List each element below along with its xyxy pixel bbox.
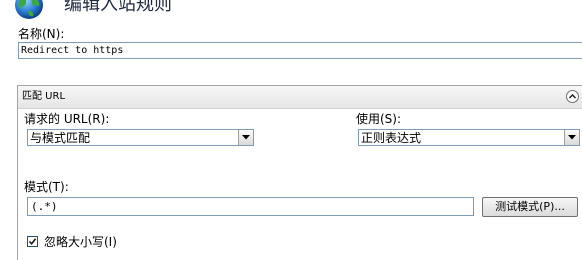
globe-icon: [14, 0, 44, 20]
using-label: 使用(S):: [356, 112, 402, 126]
ignore-case-label[interactable]: 忽略大小写(I): [44, 235, 117, 249]
pattern-input[interactable]: (.*): [27, 197, 474, 216]
name-input[interactable]: Redirect to https: [18, 42, 582, 59]
requested-url-select[interactable]: 与模式匹配: [27, 129, 254, 146]
match-url-section-header[interactable]: 匹配 URL: [18, 86, 582, 109]
using-select[interactable]: 正则表达式: [358, 129, 580, 146]
section-title: 匹配 URL: [22, 91, 66, 102]
requested-url-value: 与模式匹配: [30, 131, 91, 145]
pattern-label: 模式(T):: [24, 180, 69, 194]
check-icon: [28, 238, 37, 246]
ignore-case-checkbox[interactable]: [27, 236, 38, 247]
edit-inbound-rule-dialog: 编辑入站规则 名称(N): Redirect to https 匹配 URL 请…: [0, 0, 582, 260]
requested-url-label: 请求的 URL(R):: [24, 112, 110, 126]
chevron-down-icon[interactable]: [564, 130, 579, 145]
chevron-up-icon[interactable]: [566, 90, 579, 103]
dialog-title: 编辑入站规则: [64, 0, 172, 15]
test-pattern-button[interactable]: 测试模式(P)...: [482, 197, 578, 217]
match-url-section: 匹配 URL 请求的 URL(R): 与模式匹配 使用(S): 正则表达式 模式…: [17, 85, 582, 260]
chevron-down-icon[interactable]: [238, 130, 253, 145]
using-value: 正则表达式: [361, 131, 422, 145]
name-label: 名称(N):: [18, 27, 65, 41]
